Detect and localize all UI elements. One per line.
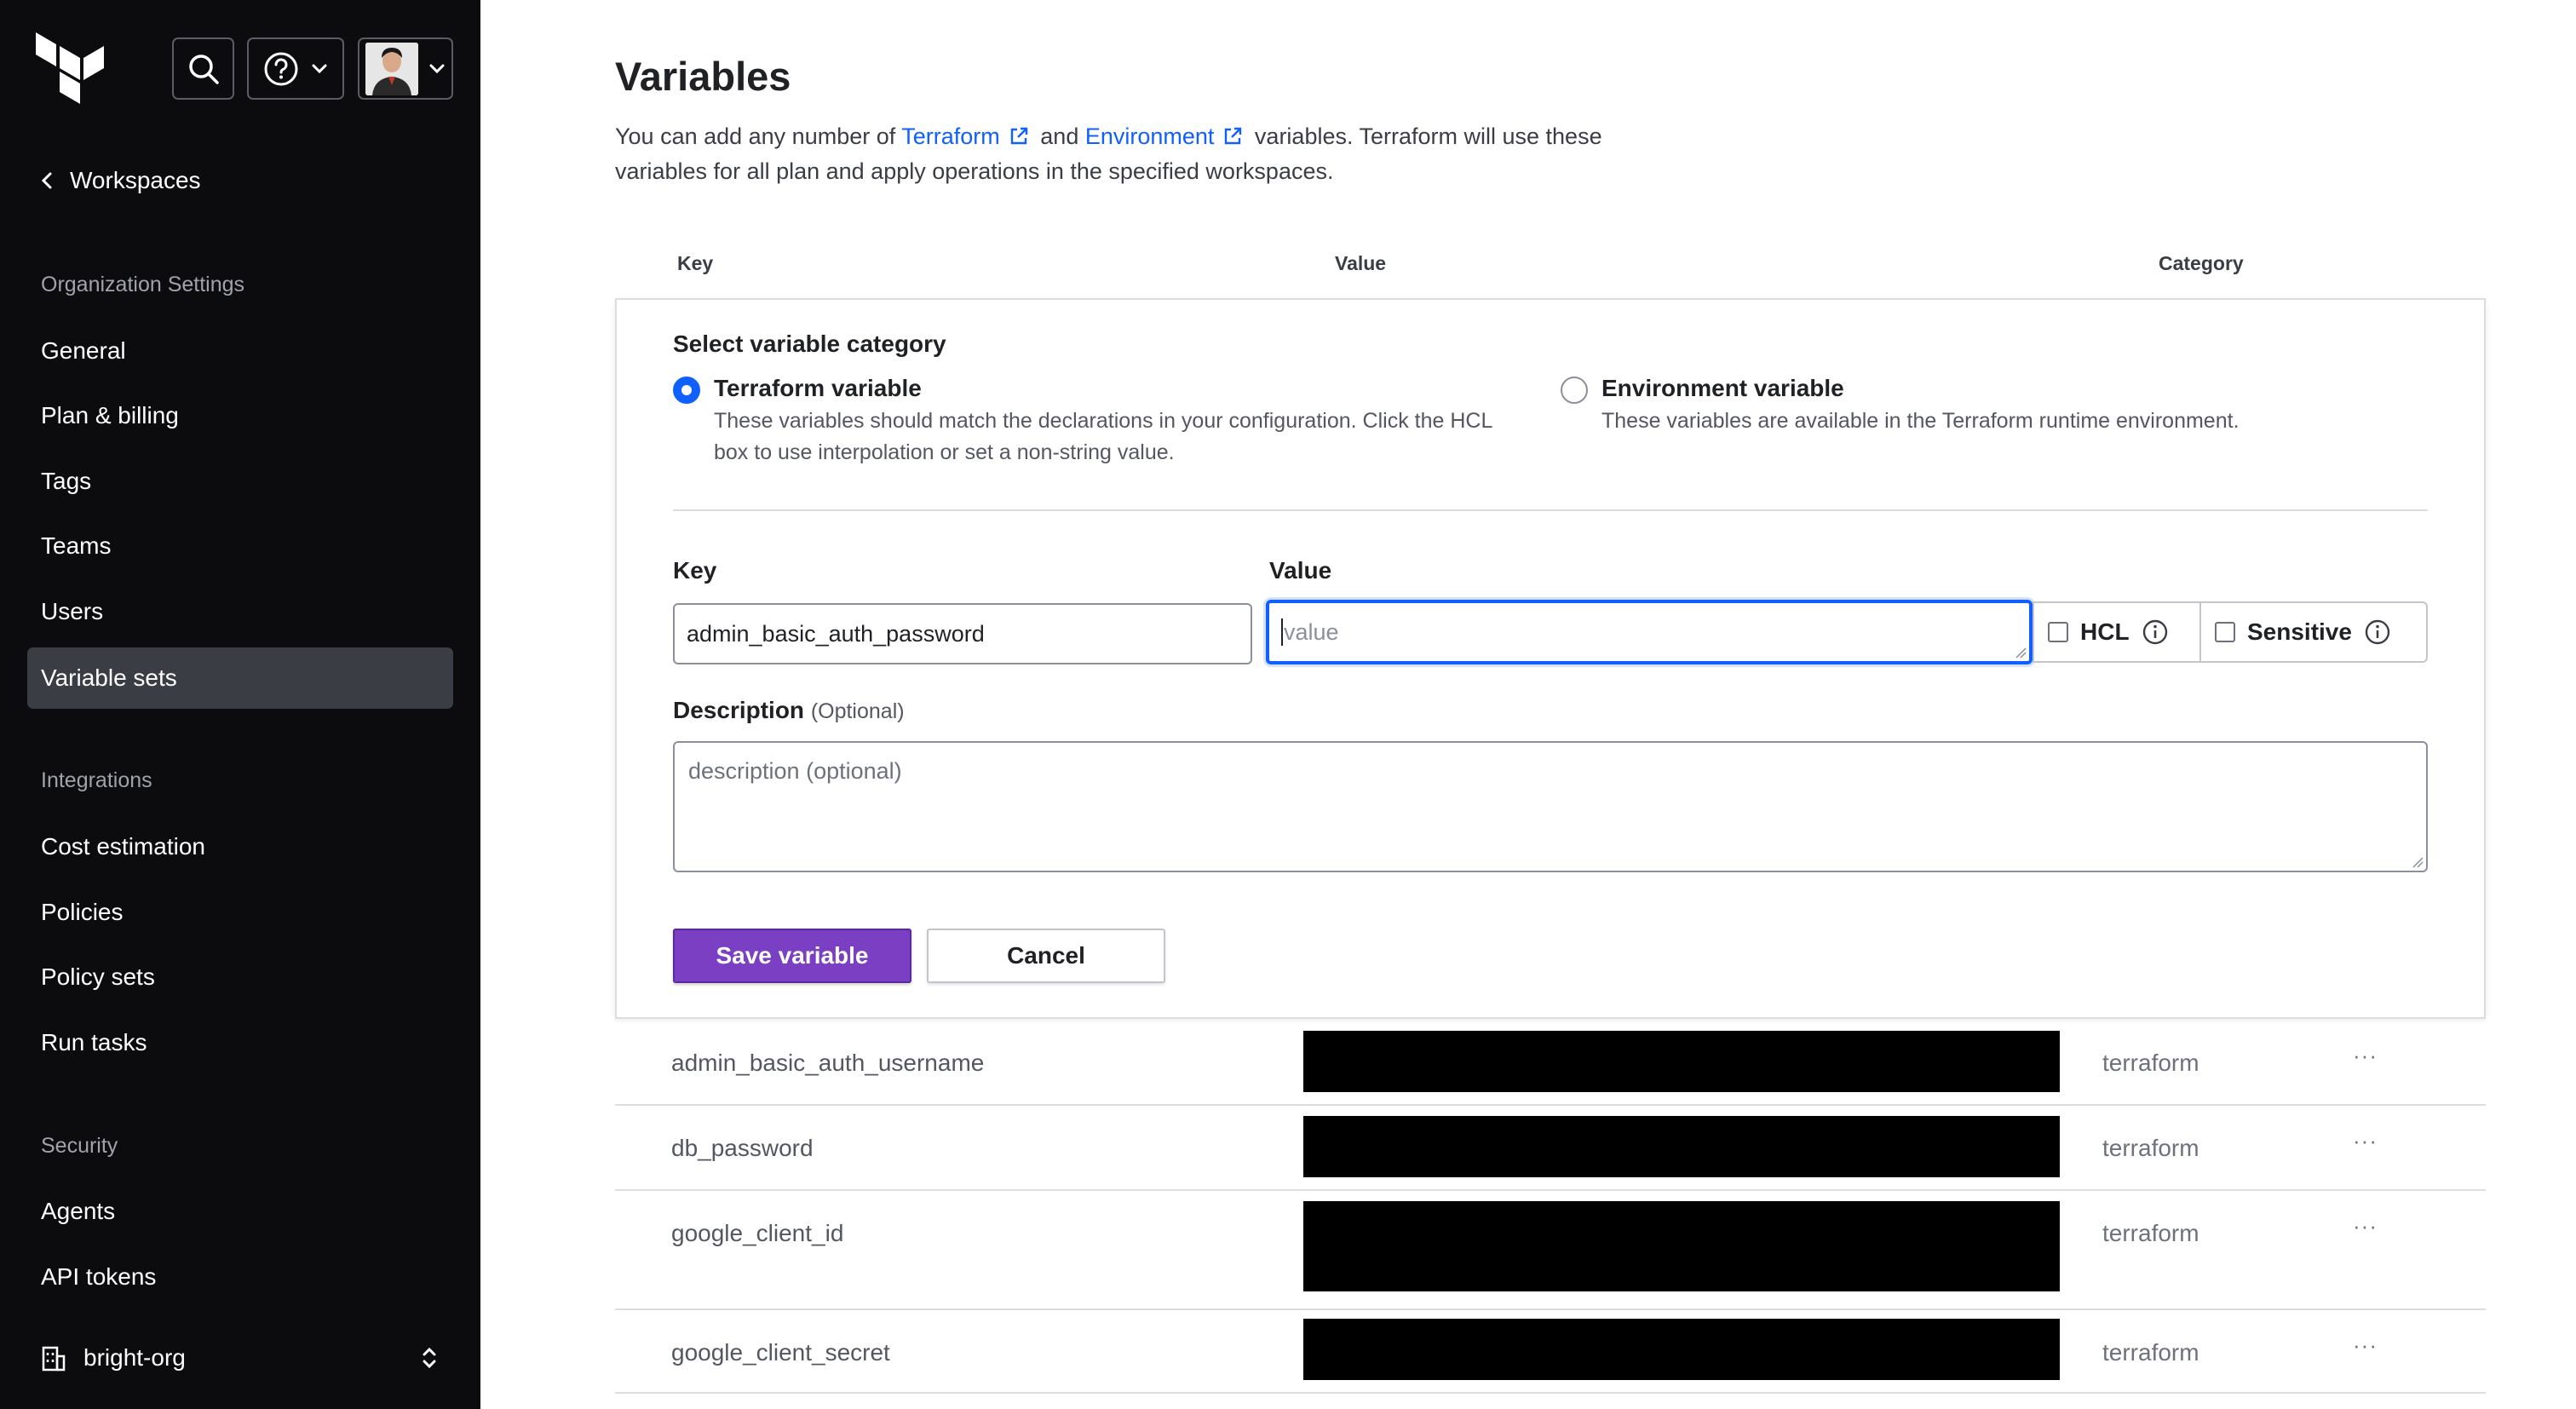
sensitive-checkbox[interactable] (2215, 622, 2235, 642)
chevron-down-icon (429, 64, 445, 73)
row-actions-menu[interactable]: ··· (2353, 1213, 2378, 1239)
sidebar-item-api-tokens[interactable]: API tokens (27, 1246, 453, 1308)
category-selector-title: Select variable category (673, 331, 946, 357)
option-environment-variable[interactable]: Environment variable These variables are… (1561, 375, 2378, 437)
environment-docs-link[interactable]: Environment (1085, 124, 1215, 149)
key-input[interactable]: admin_basic_auth_password (673, 603, 1252, 664)
info-icon[interactable] (2364, 618, 2391, 646)
search-icon (188, 54, 219, 84)
terraform-variable-radio[interactable] (673, 377, 700, 404)
section-heading-security: Security (41, 1134, 118, 1158)
back-to-workspaces-link[interactable]: Workspaces (41, 167, 201, 194)
variable-category: terraform (2102, 1135, 2199, 1161)
description-placeholder: description (optional) (688, 758, 902, 784)
terraform-docs-link[interactable]: Terraform (901, 124, 1000, 149)
environment-variable-radio[interactable] (1561, 377, 1588, 404)
redacted-value (1303, 1116, 2060, 1177)
sensitive-label: Sensitive (2247, 618, 2352, 645)
key-label: Key (673, 557, 717, 584)
chevron-up-down-icon (423, 1347, 436, 1369)
hcl-label: HCL (2080, 618, 2130, 645)
description-label-text: Description (673, 697, 805, 723)
resize-handle-icon[interactable] (2412, 856, 2424, 868)
user-menu-button[interactable] (358, 37, 453, 100)
intro-text-before: You can add any number of (615, 124, 902, 149)
value-label: Value (1269, 557, 1332, 584)
intro-text: You can add any number of Terraform and … (615, 119, 1637, 189)
organization-name: bright-org (83, 1344, 186, 1371)
resize-handle-icon[interactable] (2015, 647, 2027, 658)
value-placeholder: value (1284, 618, 1339, 645)
hcl-checkbox[interactable] (2048, 622, 2068, 642)
intro-text-middle: and (1033, 124, 1085, 149)
organization-switcher[interactable]: bright-org (41, 1344, 438, 1372)
sidebar-item-policies[interactable]: Policies (27, 882, 453, 943)
value-input[interactable]: value (1266, 600, 2033, 664)
help-menu-button[interactable] (247, 37, 344, 100)
sidebar-item-cost-estimation[interactable]: Cost estimation (27, 816, 453, 877)
sidebar-item-general[interactable]: General (27, 320, 453, 382)
text-caret (1281, 618, 1283, 646)
back-link-label: Workspaces (70, 167, 201, 193)
section-heading-integrations: Integrations (41, 768, 152, 792)
form-divider (673, 509, 2428, 511)
column-header-value: Value (1335, 252, 1387, 274)
section-heading-organization-settings: Organization Settings (41, 273, 245, 296)
optional-hint: (Optional) (810, 699, 905, 723)
option-label: Environment variable (1601, 375, 1844, 401)
row-actions-menu[interactable]: ··· (2353, 1043, 2378, 1069)
sidebar-item-users[interactable]: Users (27, 581, 453, 642)
sidebar-item-teams[interactable]: Teams (27, 515, 453, 577)
variable-key[interactable]: google_client_id (671, 1220, 843, 1247)
info-icon[interactable] (2142, 618, 2169, 646)
sidebar-item-agents[interactable]: Agents (27, 1181, 453, 1242)
option-description: These variables should match the declara… (714, 409, 1492, 464)
search-button[interactable] (172, 37, 234, 100)
variable-key[interactable]: db_password (671, 1135, 814, 1162)
option-description: These variables are available in the Ter… (1601, 409, 2240, 433)
table-row: google_client_secret terraform ··· (615, 1310, 2486, 1394)
building-icon (42, 1346, 66, 1372)
hcl-toggle[interactable]: HCL (2033, 601, 2201, 663)
sidebar-item-variable-sets[interactable]: Variable sets (27, 647, 453, 709)
sensitive-toggle[interactable]: Sensitive (2199, 601, 2428, 663)
terraform-logo-icon[interactable] (36, 32, 104, 104)
sidebar-item-run-tasks[interactable]: Run tasks (27, 1012, 453, 1073)
chevron-down-icon (312, 64, 327, 73)
redacted-value (1303, 1031, 2060, 1092)
option-terraform-variable[interactable]: Terraform variable These variables shoul… (673, 375, 1508, 469)
redacted-value (1303, 1201, 2060, 1291)
add-variable-form: Select variable category Terraform varia… (615, 298, 2486, 1019)
page-title: Variables (615, 54, 791, 99)
avatar (365, 42, 418, 95)
option-label: Terraform variable (714, 375, 922, 401)
redacted-value (1303, 1319, 2060, 1380)
external-link-icon (1225, 127, 1242, 145)
variable-category: terraform (2102, 1050, 2199, 1076)
description-label: Description (Optional) (673, 697, 905, 724)
table-row: google_client_id terraform ··· (615, 1191, 2486, 1310)
cancel-button[interactable]: Cancel (927, 929, 1165, 983)
sidebar-item-plan-billing[interactable]: Plan & billing (27, 385, 453, 446)
external-link-icon (1010, 127, 1027, 145)
help-icon (264, 52, 298, 85)
table-row: db_password terraform ··· (615, 1106, 2486, 1191)
table-row: admin_basic_auth_username terraform ··· (615, 1021, 2486, 1106)
sidebar: Workspaces Organization Settings General… (0, 0, 480, 1409)
variable-category: terraform (2102, 1339, 2199, 1366)
column-header-category: Category (2159, 252, 2244, 274)
sidebar-item-tags[interactable]: Tags (27, 451, 453, 512)
row-actions-menu[interactable]: ··· (2353, 1332, 2378, 1359)
row-actions-menu[interactable]: ··· (2353, 1128, 2378, 1154)
variable-key[interactable]: admin_basic_auth_username (671, 1050, 984, 1077)
variable-key[interactable]: google_client_secret (671, 1339, 890, 1366)
variable-category: terraform (2102, 1220, 2199, 1246)
chevron-left-icon (41, 172, 52, 189)
description-textarea[interactable]: description (optional) (673, 741, 2428, 872)
sidebar-item-policy-sets[interactable]: Policy sets (27, 946, 453, 1008)
save-variable-button[interactable]: Save variable (673, 929, 911, 983)
column-header-key: Key (677, 252, 714, 274)
main-content: Variables You can add any number of Terr… (480, 0, 2576, 1409)
